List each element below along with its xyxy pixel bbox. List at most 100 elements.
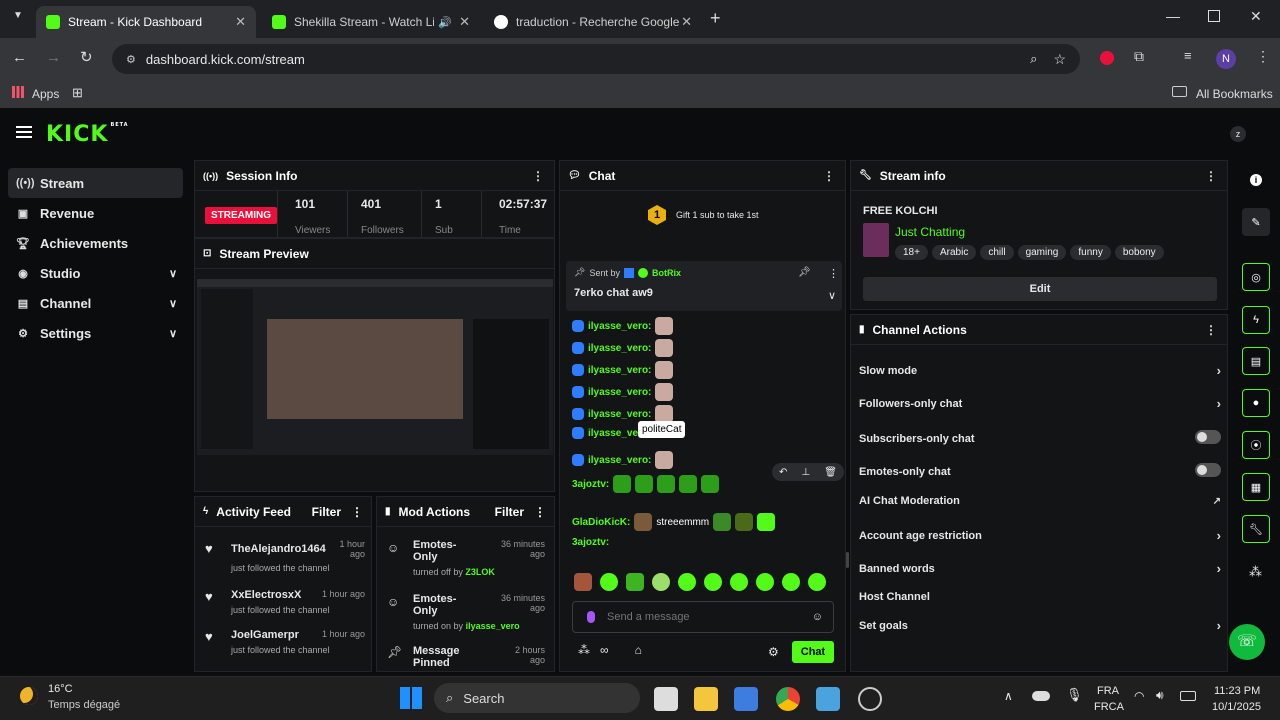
chat-message[interactable]: ilyasse_vero: [572,317,674,335]
language-code[interactable]: FRA [1097,685,1119,697]
cloud-icon[interactable] [1032,691,1050,701]
activity-user[interactable]: TheAlejandro1464 [231,543,326,555]
media-control-icon[interactable]: ≡ [1184,48,1192,63]
emote-icon[interactable] [678,573,696,591]
set-goals-row[interactable]: Set goals › [859,618,1221,633]
category-name[interactable]: Just Chatting [895,225,965,239]
tag-chip[interactable]: funny [1070,245,1111,260]
emote-icon[interactable] [730,573,748,591]
bolt-icon[interactable]: ϟ [1242,306,1270,334]
camera-icon[interactable]: ◎ [1242,263,1270,291]
battery-icon[interactable] [1180,691,1196,701]
chrome-icon[interactable] [776,687,800,711]
forward-button[interactable]: → [46,49,61,66]
minimize-button[interactable]: — [1166,8,1180,24]
sidebar-item-achievements[interactable]: 🏆︎ Achievements [8,228,183,258]
speaker-icon[interactable]: 🔊︎ [1156,688,1164,703]
new-tab-button[interactable]: + [710,8,721,29]
emote-icon[interactable] [756,573,774,591]
chat-message-field[interactable] [607,611,797,623]
sidebar-item-settings[interactable]: ⚙ Settings ∨ [8,318,183,348]
more-options-icon[interactable]: ⋮ [532,169,544,183]
more-options-icon[interactable]: ⋮ [1205,169,1217,183]
pinned-menu-icon[interactable]: ⋮ [828,267,839,280]
edit-pencil-icon[interactable]: ✎ [1242,208,1270,236]
tab-google-search[interactable]: traduction - Recherche Google ✕ [484,6,702,38]
emote-icon[interactable] [600,573,618,591]
clock-date[interactable]: 10/1/2025 [1212,701,1261,713]
chat-message[interactable]: ilyasse_vero: [572,339,674,357]
delete-icon[interactable]: 🗑︎ [824,467,837,478]
tag-chip[interactable]: chill [980,245,1014,260]
chat-message[interactable]: ilyasse_vero: [572,451,674,469]
clock-time[interactable]: 11:23 PM [1214,685,1260,697]
broadcast-icon[interactable]: ⦿ [1242,431,1270,459]
chat-input[interactable]: ☺ [572,601,834,633]
site-info-icon[interactable]: ⚙ [126,53,136,66]
task-view-icon[interactable] [654,687,678,711]
apps-grid-icon[interactable] [12,86,24,98]
speaker-icon[interactable]: 🔊 [438,16,452,29]
send-chat-button[interactable]: Chat [792,641,834,663]
support-chat-button[interactable]: ☏ [1229,624,1265,660]
hamburger-menu-icon[interactable] [16,126,32,138]
profile-avatar[interactable]: N [1216,49,1236,69]
wrench-icon[interactable]: 🔧︎ [1242,515,1270,543]
infinity-icon[interactable]: ∞ [600,643,609,657]
edit-stream-button[interactable]: Edit [863,277,1217,301]
chat-scrollbar[interactable] [846,552,849,568]
info-icon[interactable]: i [1250,174,1262,186]
microphone-icon[interactable]: 🎙︎ [1066,687,1083,703]
taskbar-search[interactable]: ⌕ Search [434,683,640,713]
emote-icon[interactable] [626,573,644,591]
gift-sub-leaderboard[interactable]: 1 Gift 1 sub to take 1st [648,205,759,225]
tab-shekilla-stream[interactable]: Shekilla Stream - Watch Live 🔊 ✕ [262,6,480,38]
tab-groups-icon[interactable]: ⊞ [72,85,83,101]
store-icon[interactable]: ⌂ [635,643,642,657]
emote-icon[interactable] [704,573,722,591]
slow-mode-row[interactable]: Slow mode › [859,363,1221,378]
more-options-icon[interactable]: ⋮ [1205,323,1217,337]
sidebar-item-studio[interactable]: ◉ Studio ∨ [8,258,183,288]
sidebar-item-stream[interactable]: ((•)) Stream [8,168,183,198]
keyboard-layout[interactable]: FRCA [1094,701,1124,713]
wifi-icon[interactable]: ◠ [1134,689,1144,703]
extensions-icon[interactable]: ⧉ [1134,48,1144,65]
filter-button[interactable]: Filter [495,505,524,519]
app-icon[interactable] [858,687,882,711]
chat-message[interactable]: ilyasse_vero: [572,361,674,379]
windows-start-icon[interactable] [400,687,422,709]
tab-search-menu-icon[interactable]: ▼ [8,10,28,28]
weather-moon-icon[interactable] [20,687,38,705]
tab-kick-dashboard[interactable]: Stream - Kick Dashboard ✕ [36,6,256,38]
reload-button[interactable]: ↻ [80,48,93,66]
chat-message[interactable]: GlaDioKicK: streeemmm [572,513,776,531]
chat-message[interactable]: 3ajoztv: [572,537,609,548]
chat-message[interactable]: ilyasse_ve [572,427,638,439]
document-icon[interactable]: ▤ [1242,347,1270,375]
chat-message[interactable]: 3ajoztv: [572,475,720,493]
activity-user[interactable]: JoelGamerpr [231,629,299,641]
more-options-icon[interactable]: ⋮ [351,505,363,519]
emote-icon[interactable] [652,573,670,591]
chevron-down-icon[interactable]: ∨ [828,289,836,302]
reply-icon[interactable]: ↶ [779,467,787,478]
filter-button[interactable]: Filter [312,505,341,519]
bookmark-star-icon[interactable]: ☆ [1053,51,1066,68]
notepad-icon[interactable] [816,687,840,711]
apps-link[interactable]: Apps [32,87,59,101]
weather-temp[interactable]: 16°C [48,683,73,695]
more-options-icon[interactable]: ⋮ [823,169,835,183]
stream-preview-video[interactable] [197,279,553,455]
file-explorer-icon[interactable] [694,687,718,711]
extension-red-icon[interactable] [1100,51,1114,65]
emotes-only-toggle[interactable] [1195,463,1221,477]
host-channel-row[interactable]: Host Channel [859,591,1221,603]
microsoft-store-icon[interactable] [734,687,758,711]
close-tab-icon[interactable]: ✕ [235,14,246,30]
close-tab-icon[interactable]: ✕ [681,14,692,30]
user-avatar[interactable]: z [1230,126,1246,142]
ai-moderation-row[interactable]: AI Chat Moderation ↗ [859,495,1221,507]
followers-only-row[interactable]: Followers-only chat › [859,396,1221,411]
banned-words-row[interactable]: Banned words › [859,561,1221,576]
